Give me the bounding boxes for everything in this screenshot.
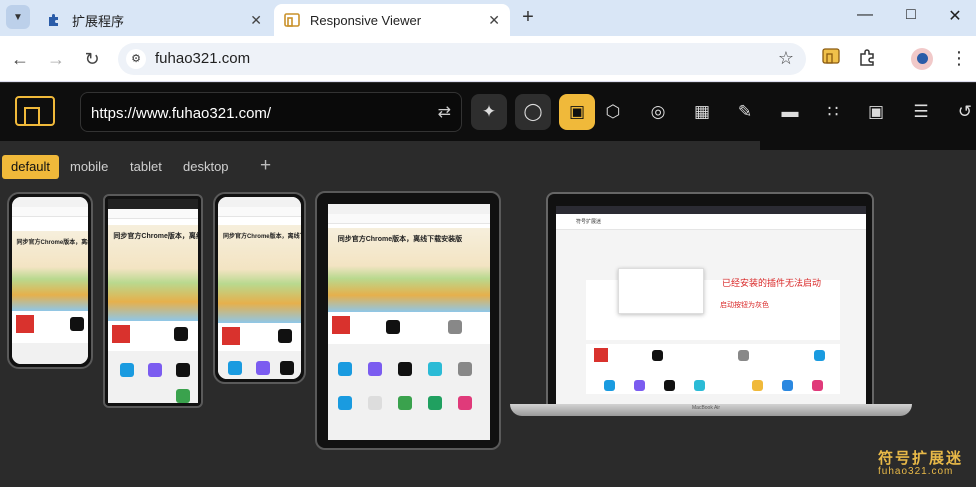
responsive-viewer-extension-icon[interactable] (822, 48, 844, 70)
callout-not-launching: 已经安装的插件无法启动 (722, 278, 822, 288)
watermark-url: fuhao321.com (878, 466, 954, 477)
tab-label: Responsive Viewer (310, 12, 422, 28)
device-screen[interactable]: 同步官方Chrome版本，离线下载安装版 (328, 204, 490, 440)
address-text: fuhao321.com (155, 50, 251, 67)
refresh-icon[interactable]: ⇄ (438, 102, 451, 122)
viewer-toolbar: ⇄ ✦ ◯ ▣ ⬡ ◎ ▦ ✎ ▬ ∷ ▣ ☰ ↺ (0, 83, 976, 141)
menu-kebab-icon[interactable]: ⋮ (950, 48, 968, 69)
view-tab-default[interactable]: default (2, 155, 60, 179)
new-tab-button[interactable]: + (516, 6, 540, 29)
device-frame-phone-1: 同步官方Chrome版本，离线下载安装版 (7, 192, 93, 369)
device-screen[interactable]: 同步官方Chrome版本，离线下载安装版 (108, 199, 198, 403)
url-input[interactable] (91, 102, 421, 124)
puzzle-icon (46, 12, 62, 28)
tab-search-button[interactable]: ▼ (6, 5, 30, 29)
tab-label: 扩展程序 (72, 13, 125, 29)
extension-popup-preview (618, 268, 704, 314)
layers-icon[interactable]: ☰ (903, 94, 939, 130)
3d-cube-icon[interactable]: ⬡ (595, 94, 631, 130)
device-screen[interactable]: 同步官方Chrome版本，离线下载安装版 (12, 197, 88, 364)
browser-tabstrip: ▼ 扩展程序 ✕ Responsive Viewer ✕ + — □ ✕ (0, 0, 976, 36)
overlap-circles-icon[interactable]: ◎ (640, 94, 676, 130)
site-info-icon[interactable]: ⚙ (126, 49, 146, 69)
callout-gray-button: 启动按钮为灰色 (720, 302, 769, 309)
address-bar[interactable]: ⚙ fuhao321.com ☆ (118, 43, 806, 75)
extensions-puzzle-icon[interactable] (858, 48, 880, 70)
profile-avatar[interactable] (911, 48, 933, 70)
chevron-down-icon: ▼ (13, 11, 23, 23)
site-name: 符号扩展迷 (576, 219, 602, 225)
minimize-button[interactable]: — (850, 6, 880, 24)
hero-headline: 同步官方Chrome版本，离线下载安装版 (16, 240, 88, 246)
inspect-cursor-button[interactable]: ✦ (471, 94, 507, 130)
grid-icon[interactable]: ▦ (684, 94, 720, 130)
responsive-viewer-icon (284, 12, 300, 28)
close-icon[interactable]: ✕ (250, 12, 262, 29)
device-screen[interactable]: 符号扩展迷 (556, 206, 866, 404)
watermark-title: 符号扩展迷 (878, 450, 964, 467)
device-frame-tablet: 同步官方Chrome版本，离线下载安装版 (315, 191, 501, 450)
mouse-scroll-sync-button[interactable]: ◯ (515, 94, 551, 130)
view-tab-desktop[interactable]: desktop (174, 155, 238, 179)
resize-width-icon[interactable]: ▬ (772, 94, 808, 130)
back-button[interactable]: ← (7, 46, 33, 72)
add-view-button[interactable]: + (260, 155, 271, 177)
bookmark-star-icon[interactable]: ☆ (778, 48, 794, 69)
hero-headline: 同步官方Chrome版本，离线下载安装版 (337, 236, 463, 243)
maximize-button[interactable]: □ (896, 6, 926, 24)
browser-toolbar: ← → ↻ ⚙ fuhao321.com ☆ ⋮ (0, 36, 976, 82)
forward-button[interactable]: → (43, 46, 69, 72)
view-tab-mobile[interactable]: mobile (61, 155, 117, 179)
laptop-model-label: MacBook Air (692, 405, 721, 411)
close-icon[interactable]: ✕ (488, 12, 500, 29)
device-toggle-button[interactable]: ▣ (559, 94, 595, 130)
window-close-button[interactable]: ✕ (940, 6, 970, 26)
hero-headline: 同步官方Chrome版本，离线下载安装版 (222, 234, 301, 240)
reload-button[interactable]: ↻ (79, 46, 105, 72)
screenshot-frame-icon[interactable]: ▣ (858, 94, 894, 130)
view-tab-tablet[interactable]: tablet (121, 155, 171, 179)
app-logo-icon (15, 96, 55, 126)
device-frame-phone-2: 同步官方Chrome版本，离线下载安装版 (103, 194, 203, 408)
url-field[interactable]: ⇄ (80, 92, 462, 132)
hero-headline: 同步官方Chrome版本，离线下载安装版 (113, 233, 198, 240)
device-screen[interactable]: 同步官方Chrome版本，离线下载安装版 (218, 197, 301, 379)
toolbar-shelf (760, 141, 976, 150)
browser-tab-responsive-viewer[interactable]: Responsive Viewer ✕ (274, 4, 510, 36)
ruler-icon[interactable]: ✎ (727, 94, 763, 130)
browser-tab-extensions[interactable]: 扩展程序 ✕ (36, 4, 272, 36)
device-frame-laptop: 符号扩展迷 (546, 192, 874, 406)
dots-grid-icon[interactable]: ∷ (815, 94, 851, 130)
view-tabs: default mobile tablet desktop + (0, 150, 976, 184)
device-frame-phone-3: 同步官方Chrome版本，离线下载安装版 (213, 192, 306, 384)
undo-icon[interactable]: ↺ (947, 94, 976, 130)
